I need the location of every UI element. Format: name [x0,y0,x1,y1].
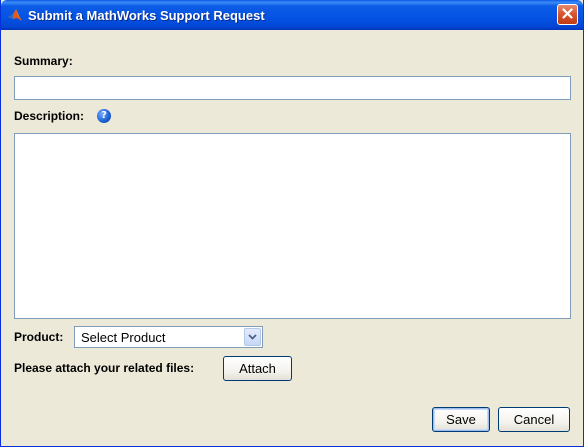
support-request-dialog: Submit a MathWorks Support Request Summa… [0,0,584,447]
description-textarea[interactable] [14,133,571,319]
description-label: Description: [14,109,85,123]
close-button[interactable] [557,4,578,25]
save-button[interactable]: Save [432,407,490,432]
summary-label: Summary: [14,54,73,68]
window-title: Submit a MathWorks Support Request [28,8,265,23]
help-icon[interactable]: ? [97,109,111,123]
dialog-body: Summary: Description: ? Product: Select … [1,30,583,446]
summary-input[interactable] [14,76,571,100]
attach-label: Please attach your related files: [14,361,195,375]
title-bar[interactable]: Submit a MathWorks Support Request [1,0,583,30]
close-icon [562,6,573,24]
product-label: Product: [14,330,64,344]
attach-button[interactable]: Attach [223,356,292,381]
cancel-button[interactable]: Cancel [498,407,570,432]
matlab-logo-icon [7,7,23,23]
product-select[interactable]: Select Product [74,326,263,348]
chevron-down-icon[interactable] [244,328,261,346]
product-select-value: Select Product [81,330,166,345]
